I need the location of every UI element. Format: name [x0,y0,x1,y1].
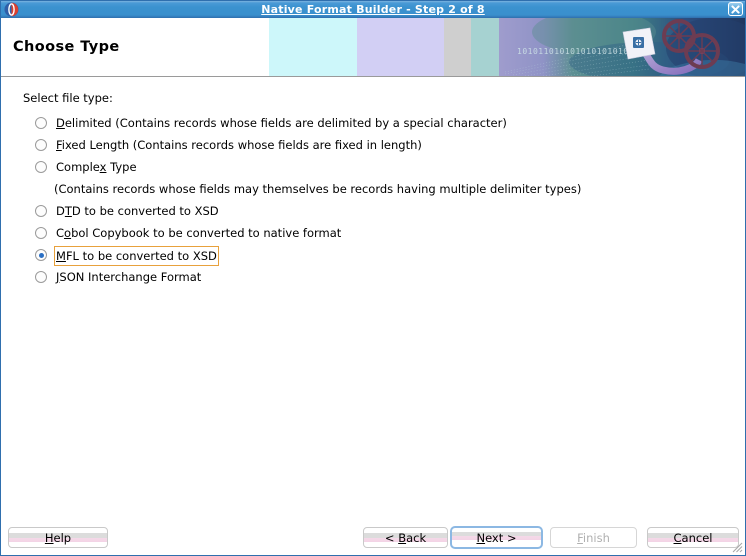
radio-icon[interactable] [35,161,47,173]
radio-icon[interactable] [35,139,47,151]
radio-option-label: Cobol Copybook to be converted to native… [56,226,342,240]
title-bar[interactable]: Native Format Builder - Step 2 of 8 [1,1,745,18]
native-format-builder-window: Native Format Builder - Step 2 of 8 Choo… [0,0,746,556]
close-icon[interactable] [728,2,743,16]
next-button-label: Next > [476,530,517,545]
wizard-content: Select file type: Delimited (Contains re… [1,77,745,519]
help-button[interactable]: Help [8,527,108,548]
radio-option-cobol-copybook[interactable]: Cobol Copybook to be converted to native… [35,223,695,245]
radio-option-label: Complex Type [56,160,137,174]
file-type-radio-group[interactable]: Delimited (Contains records whose fields… [35,113,695,289]
back-button-label: < Back [384,530,427,545]
banner-band [444,18,471,76]
help-button-label: Help [44,530,72,545]
resize-grip[interactable] [730,540,743,553]
banner-illustration: 1010110101010101010101 [499,18,745,76]
radio-option-fixed-length[interactable]: Fixed Length (Contains records whose fie… [35,135,695,157]
cancel-button-label: Cancel [673,530,713,545]
radio-option-label: JSON Interchange Format [56,270,202,284]
select-file-type-label: Select file type: [23,91,113,105]
radio-option-label: Delimited (Contains records whose fields… [56,116,507,130]
back-button[interactable]: < Back [363,527,448,548]
radio-option-mfl-to-xsd[interactable]: MFL to be converted to XSD [35,245,695,267]
window-title: Native Format Builder - Step 2 of 8 [261,2,485,16]
banner-binary-text: 1010110101010101010101 [517,47,634,56]
radio-icon[interactable] [35,249,47,261]
banner-band [269,18,357,76]
header-banner-graphic: 1010110101010101010101 [269,18,745,76]
radio-option-delimited[interactable]: Delimited (Contains records whose fields… [35,113,695,135]
radio-icon[interactable] [35,271,47,283]
radio-option-complex-type[interactable]: Complex Type [35,157,695,179]
radio-icon[interactable] [35,205,47,217]
page-title: Choose Type [13,39,120,55]
button-bar: Help < Back Next > Finish Cancel [1,519,745,555]
banner-band [357,18,444,76]
radio-option-label: Fixed Length (Contains records whose fie… [56,138,422,152]
radio-option-json-interchange[interactable]: JSON Interchange Format [35,267,695,289]
radio-icon[interactable] [35,227,47,239]
cancel-button[interactable]: Cancel [647,527,739,548]
banner-band [471,18,499,76]
oracle-logo-icon [4,2,19,17]
radio-icon[interactable] [35,117,47,129]
next-button[interactable]: Next > [450,526,543,549]
finish-button: Finish [550,527,637,548]
radio-option-label: MFL to be converted to XSD [54,246,219,266]
wizard-header: Choose Type 1010110101010101010101 [1,18,745,76]
radio-option-note: (Contains records whose fields may thems… [54,182,582,196]
finish-button-label: Finish [577,530,610,545]
banner-document-icon [622,27,656,60]
radio-option-dtd-to-xsd[interactable]: DTD to be converted to XSD [35,201,695,223]
radio-option-label: DTD to be converted to XSD [56,204,219,218]
